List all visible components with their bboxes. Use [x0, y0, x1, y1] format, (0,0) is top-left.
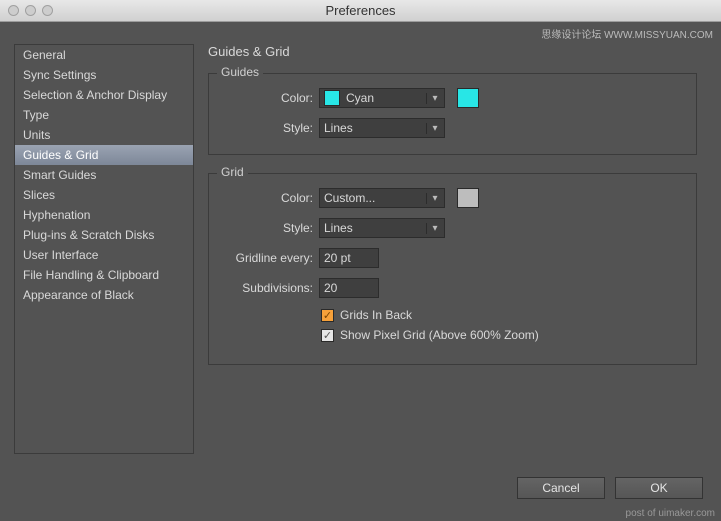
grid-color-label: Color: [221, 191, 313, 205]
sidebar-item-units[interactable]: Units [15, 125, 193, 145]
guides-color-select[interactable]: Cyan ▾ [319, 88, 445, 108]
titlebar: Preferences [0, 0, 721, 22]
watermark-bottom: post of uimaker.com [626, 508, 715, 519]
sidebar-item-sync[interactable]: Sync Settings [15, 65, 193, 85]
swatch-icon [324, 90, 340, 106]
guides-style-value: Lines [324, 121, 353, 135]
sidebar-item-general[interactable]: General [15, 45, 193, 65]
window-title: Preferences [325, 3, 395, 18]
window-controls [8, 5, 53, 16]
show-pixel-grid-row: ✓ Show Pixel Grid (Above 600% Zoom) [321, 328, 684, 342]
subdivisions-label: Subdivisions: [221, 281, 313, 295]
sidebar-item-guides-grid[interactable]: Guides & Grid [15, 145, 193, 165]
show-pixel-grid-label: Show Pixel Grid (Above 600% Zoom) [340, 328, 539, 342]
subdivisions-input[interactable] [319, 278, 379, 298]
dialog-body: 思缘设计论坛 WWW.MISSYUAN.COM General Sync Set… [0, 22, 721, 521]
grid-style-value: Lines [324, 221, 353, 235]
page-title: Guides & Grid [208, 44, 697, 59]
guides-color-swatch[interactable] [457, 88, 479, 108]
guides-style-select[interactable]: Lines ▾ [319, 118, 445, 138]
gridline-every-input[interactable] [319, 248, 379, 268]
sidebar-item-slices[interactable]: Slices [15, 185, 193, 205]
sidebar-item-plugins[interactable]: Plug-ins & Scratch Disks [15, 225, 193, 245]
grid-legend: Grid [217, 165, 248, 179]
main-panel: Guides & Grid Guides Color: Cyan ▾ Style… [194, 44, 711, 471]
sidebar-item-hyphenation[interactable]: Hyphenation [15, 205, 193, 225]
guides-color-label: Color: [221, 91, 313, 105]
show-pixel-grid-checkbox[interactable]: ✓ [321, 329, 334, 342]
gridline-every-label: Gridline every: [221, 251, 313, 265]
guides-legend: Guides [217, 65, 263, 79]
grid-fieldset: Grid Color: Custom... ▾ Style: Lines ▾ [208, 173, 697, 365]
zoom-icon[interactable] [42, 5, 53, 16]
ok-button[interactable]: OK [615, 477, 703, 499]
sidebar-item-file-handling[interactable]: File Handling & Clipboard [15, 265, 193, 285]
guides-fieldset: Guides Color: Cyan ▾ Style: Lines ▾ [208, 73, 697, 155]
grid-style-label: Style: [221, 221, 313, 235]
category-sidebar: General Sync Settings Selection & Anchor… [14, 44, 194, 454]
content: General Sync Settings Selection & Anchor… [0, 22, 721, 521]
close-icon[interactable] [8, 5, 19, 16]
grids-in-back-row: ✓ Grids In Back [321, 308, 684, 322]
button-bar: Cancel OK [517, 477, 703, 499]
grid-color-value: Custom... [324, 191, 375, 205]
grids-in-back-label: Grids In Back [340, 308, 412, 322]
chevron-down-icon: ▾ [426, 93, 440, 104]
guides-color-value: Cyan [346, 91, 374, 105]
chevron-down-icon: ▾ [426, 193, 440, 204]
sidebar-item-smart-guides[interactable]: Smart Guides [15, 165, 193, 185]
chevron-down-icon: ▾ [426, 223, 440, 234]
watermark-top: 思缘设计论坛 WWW.MISSYUAN.COM [541, 26, 713, 41]
sidebar-item-appearance-black[interactable]: Appearance of Black [15, 285, 193, 305]
guides-style-label: Style: [221, 121, 313, 135]
minimize-icon[interactable] [25, 5, 36, 16]
grid-style-select[interactable]: Lines ▾ [319, 218, 445, 238]
sidebar-item-selection[interactable]: Selection & Anchor Display [15, 85, 193, 105]
cancel-button[interactable]: Cancel [517, 477, 605, 499]
grid-color-select[interactable]: Custom... ▾ [319, 188, 445, 208]
sidebar-item-ui[interactable]: User Interface [15, 245, 193, 265]
sidebar-item-type[interactable]: Type [15, 105, 193, 125]
grids-in-back-checkbox[interactable]: ✓ [321, 309, 334, 322]
chevron-down-icon: ▾ [426, 123, 440, 134]
grid-color-swatch[interactable] [457, 188, 479, 208]
